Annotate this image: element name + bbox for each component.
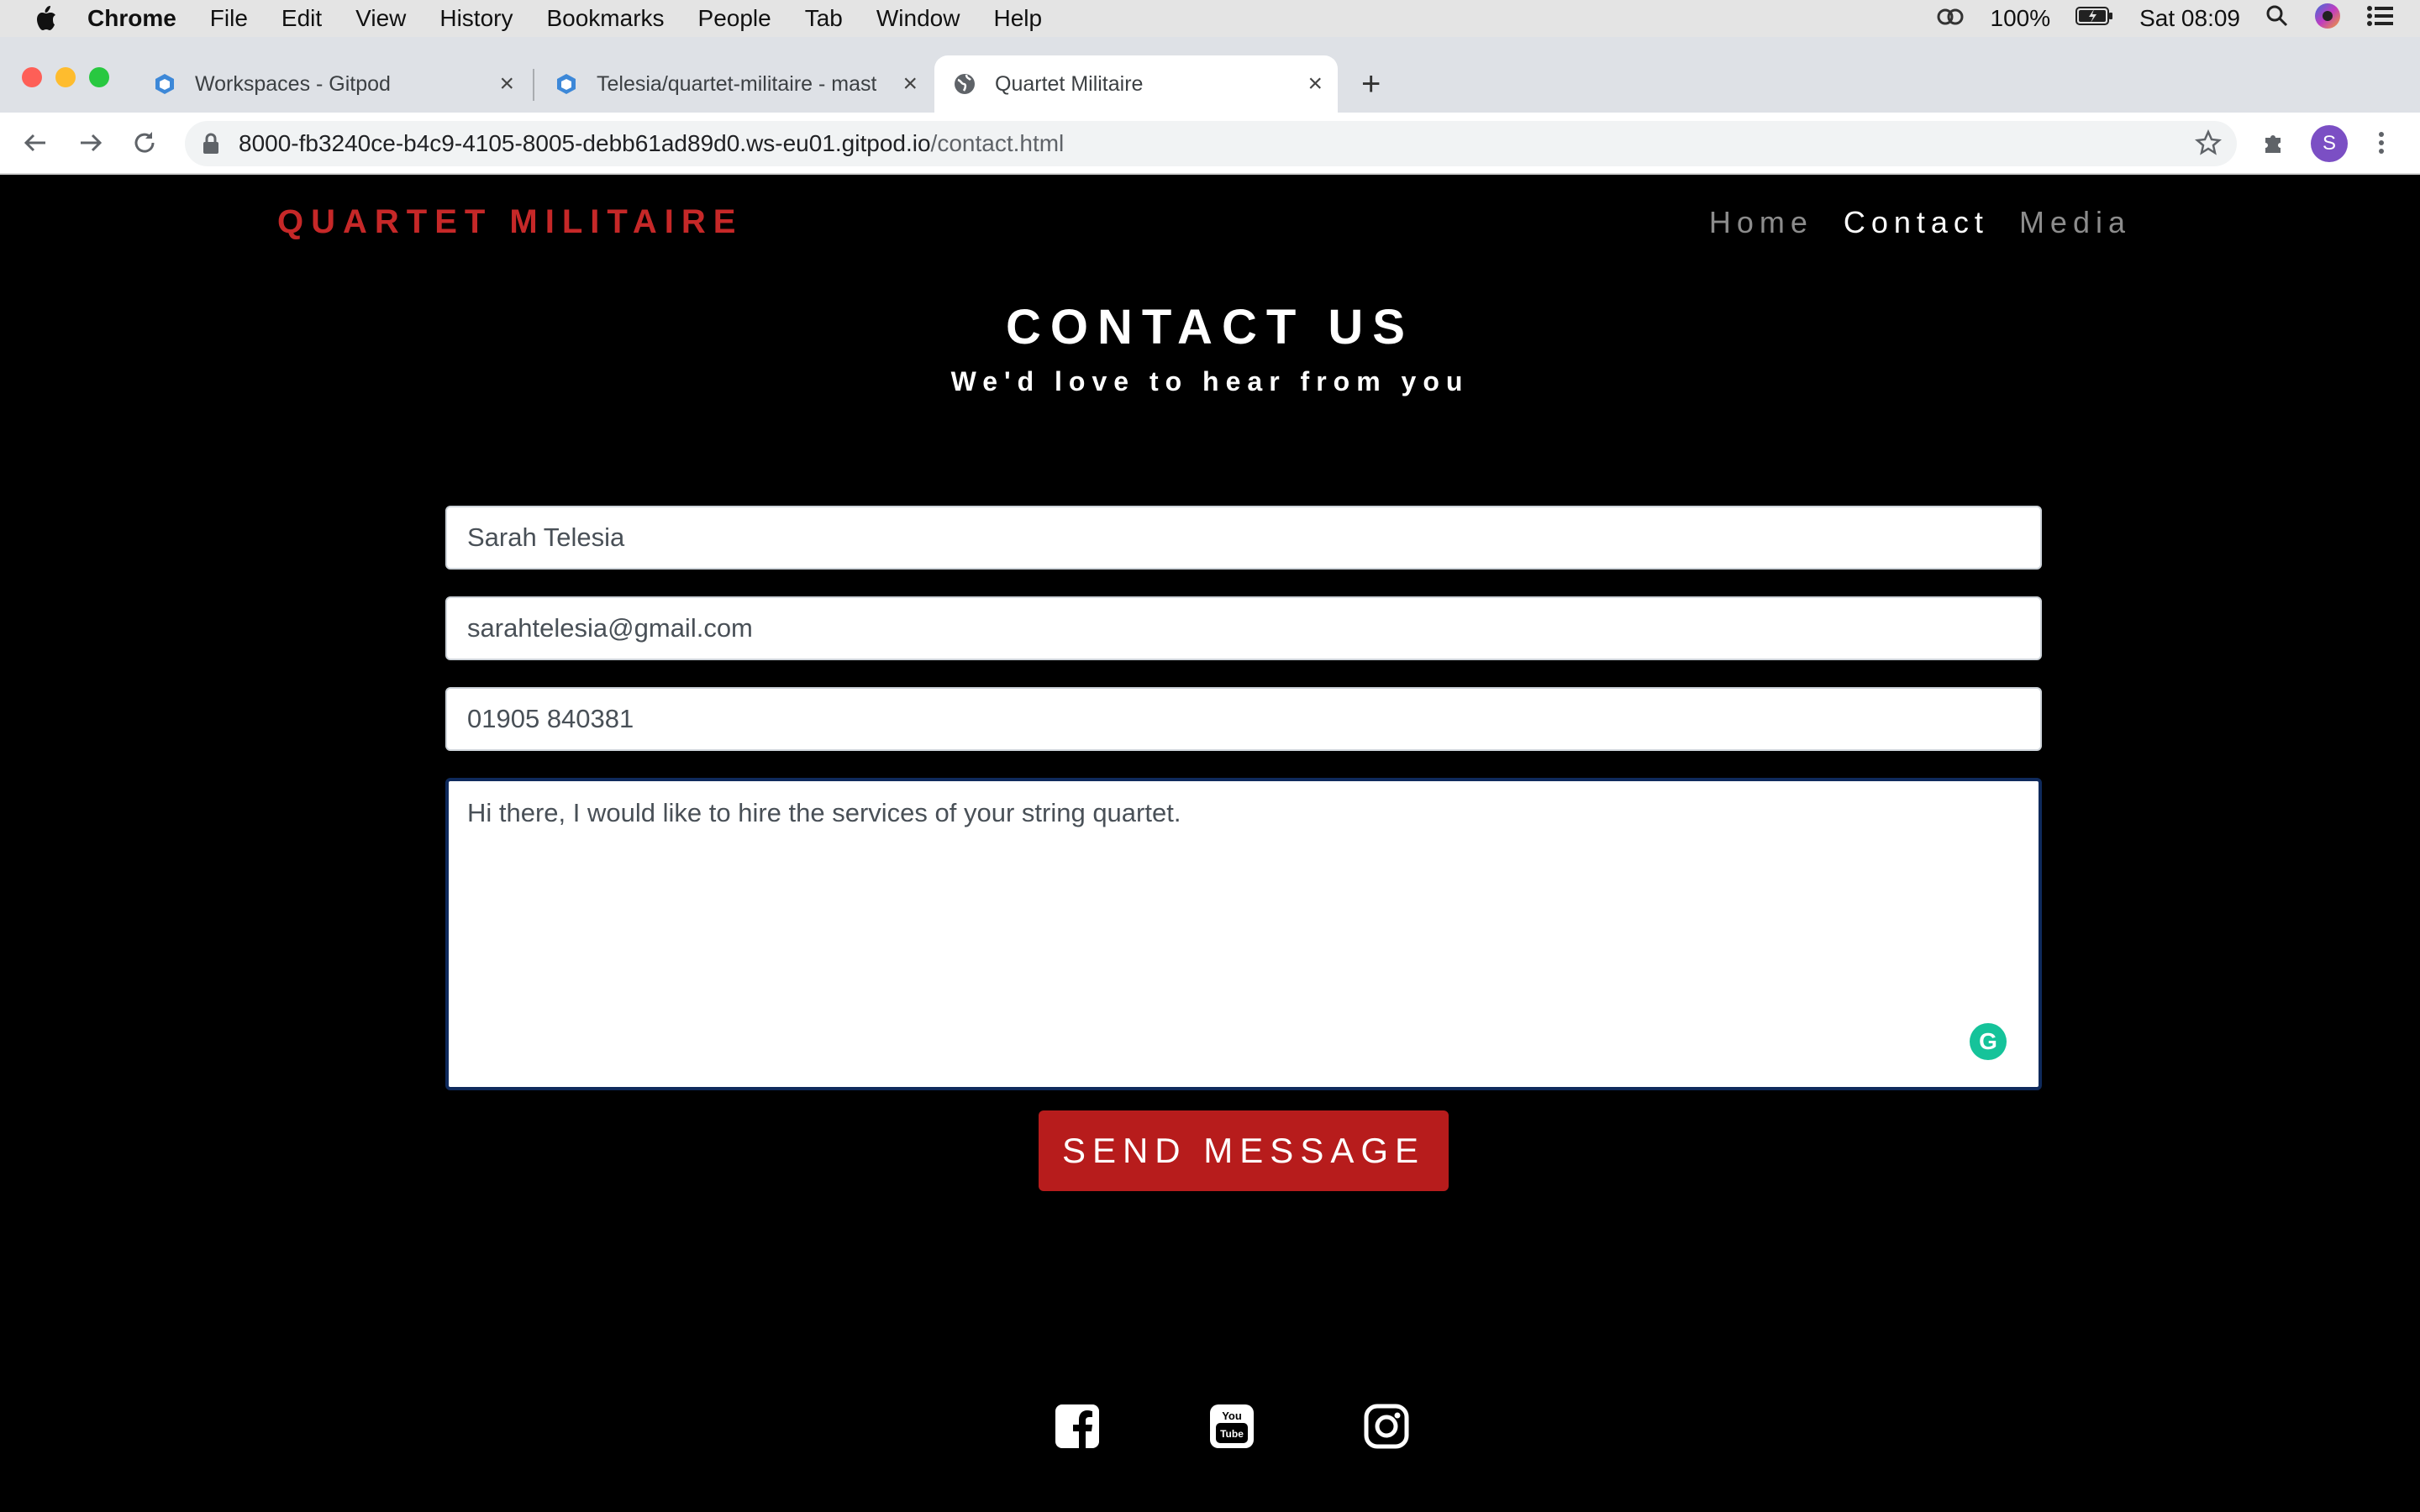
menu-bookmarks[interactable]: Bookmarks [546,5,664,32]
window-close-button[interactable] [22,67,42,87]
window-minimize-button[interactable] [55,67,76,87]
url-path: /contact.html [930,130,1065,156]
grammarly-icon[interactable]: G [1970,1023,2007,1060]
macos-menubar: Chrome File Edit View History Bookmarks … [0,0,2420,37]
nav-home[interactable]: Home [1709,205,1813,240]
facebook-icon[interactable] [1054,1403,1101,1450]
page-title: CONTACT US [1006,300,1414,354]
address-url[interactable]: 8000-fb3240ce-b4c9-4105-8005-debb61ad89d… [239,130,1064,157]
menu-edit[interactable]: Edit [281,5,322,32]
globe-icon [953,72,976,96]
page-viewport: QUARTET MILITAIRE Home Contact Media CON… [0,175,2420,1512]
bookmark-star-icon[interactable] [2195,129,2222,160]
siri-icon[interactable] [2314,3,2341,35]
close-icon[interactable]: × [1307,70,1323,98]
gitpod-icon [555,72,578,96]
nav-media[interactable]: Media [2019,205,2131,240]
menu-help[interactable]: Help [993,5,1042,32]
nav-contact[interactable]: Contact [1844,205,1989,240]
extensions-puzzle-icon[interactable] [2260,129,2287,160]
menu-chrome[interactable]: Chrome [87,5,176,32]
phone-input[interactable] [445,687,2042,751]
battery-icon[interactable] [2075,5,2114,32]
menu-people[interactable]: People [698,5,771,32]
site-nav: Home Contact Media [1709,205,2131,240]
page-subtitle: We'd love to hear from you [950,366,1470,396]
tab-title: Telesia/quartet-militaire - mast [597,71,877,96]
apple-icon[interactable] [34,4,59,33]
lock-icon[interactable] [202,133,220,159]
instagram-icon[interactable] [1363,1403,1410,1450]
control-center-icon[interactable] [2366,5,2395,33]
tab-quartet-militaire-repo[interactable]: Telesia/quartet-militaire - mast × [538,55,933,113]
creative-cloud-icon[interactable] [1935,4,1965,34]
menu-file[interactable]: File [210,5,248,32]
profile-avatar[interactable]: S [2311,125,2348,162]
send-message-button[interactable]: SEND MESSAGE [1039,1110,1449,1191]
tab-quartet-militaire[interactable]: Quartet Militaire × [934,55,1338,113]
email-input[interactable] [445,596,2042,660]
reload-icon[interactable] [128,126,161,160]
url-host: 8000-fb3240ce-b4c9-4105-8005-debb61ad89d… [239,130,931,156]
svg-text:Tube: Tube [1220,1428,1244,1440]
tab-separator [533,69,534,101]
new-tab-plus-icon[interactable]: + [1361,64,1381,104]
tab-title: Quartet Militaire [995,71,1144,96]
window-zoom-button[interactable] [89,67,109,87]
menubar-status-area: 100% Sat 08:09 [1935,0,2396,37]
menu-view[interactable]: View [355,5,406,32]
battery-percent: 100% [1990,5,2051,31]
kebab-menu-icon[interactable] [2375,129,2388,160]
spotlight-search-icon[interactable] [2265,4,2289,34]
forward-arrow-icon[interactable] [74,126,108,160]
name-input[interactable] [445,506,2042,570]
close-icon[interactable]: × [499,70,514,98]
tab-workspaces-gitpod[interactable]: Workspaces - Gitpod × [134,55,529,113]
tab-title: Workspaces - Gitpod [195,71,391,96]
menu-window[interactable]: Window [876,5,960,32]
back-arrow-icon[interactable] [18,126,52,160]
menu-tab[interactable]: Tab [805,5,843,32]
youtube-icon[interactable]: You Tube [1208,1403,1255,1450]
close-icon[interactable]: × [902,70,918,98]
menu-history[interactable]: History [439,5,513,32]
menubar-clock[interactable]: Sat 08:09 [2139,5,2240,32]
gitpod-icon [153,72,176,96]
message-textarea[interactable]: Hi there, I would like to hire the servi… [445,778,2042,1090]
svg-text:You: You [1222,1410,1242,1422]
site-brand-logo[interactable]: QUARTET MILITAIRE [277,203,743,241]
